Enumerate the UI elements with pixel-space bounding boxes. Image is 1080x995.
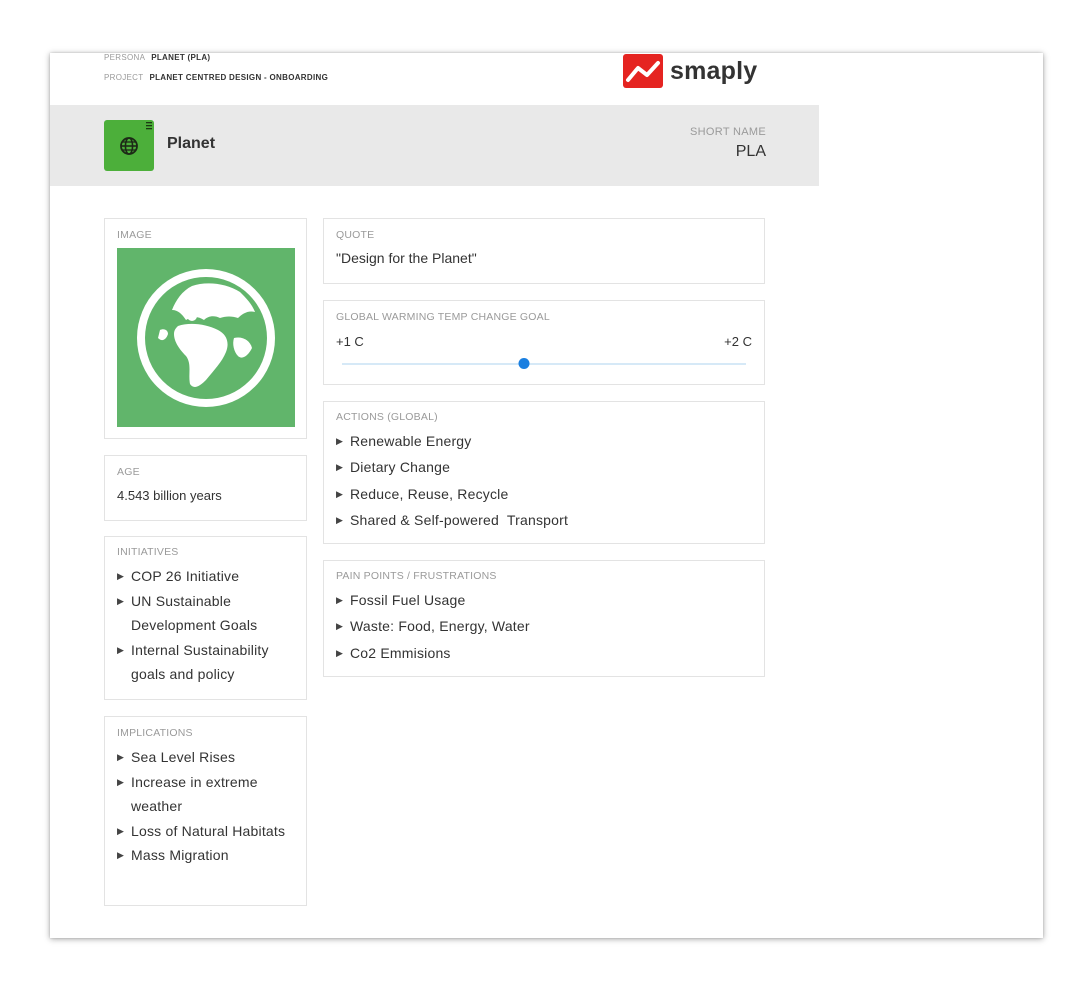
pain-point-item: Fossil Fuel Usage xyxy=(336,587,752,614)
actions-card-label: ACTIONS (GLOBAL) xyxy=(336,411,438,423)
persona-meta-label: PERSONA xyxy=(104,53,146,62)
slider-min-label: +1 C xyxy=(336,334,364,349)
pain-points-card[interactable]: PAIN POINTS / FRUSTRATIONS Fossil Fuel U… xyxy=(323,560,765,677)
project-meta: PROJECT PLANET CENTRED DESIGN - ONBOARDIN… xyxy=(104,73,328,82)
actions-list: Renewable Energy Dietary Change Reduce, … xyxy=(336,428,752,533)
initiatives-card[interactable]: INITIATIVES COP 26 Initiative UN Sustain… xyxy=(104,536,307,700)
persona-image xyxy=(117,248,295,427)
globe-icon xyxy=(120,137,138,155)
age-card-label: AGE xyxy=(117,466,140,478)
warming-goal-label: GLOBAL WARMING TEMP CHANGE GOAL xyxy=(336,311,550,323)
implication-item: Loss of Natural Habitats xyxy=(117,819,294,844)
implications-card-label: IMPLICATIONS xyxy=(117,727,193,739)
slider-max-label: +2 C xyxy=(724,334,752,349)
pain-points-list: Fossil Fuel Usage Waste: Food, Energy, W… xyxy=(336,587,752,666)
menu-lines-icon xyxy=(146,122,152,130)
implications-card[interactable]: IMPLICATIONS Sea Level Rises Increase in… xyxy=(104,716,307,906)
implication-item: Sea Level Rises xyxy=(117,745,294,770)
initiatives-card-label: INITIATIVES xyxy=(117,546,179,558)
image-card[interactable]: IMAGE xyxy=(104,218,307,439)
persona-meta: PERSONA PLANET (PLA) xyxy=(104,53,210,62)
age-value: 4.543 billion years xyxy=(117,488,222,503)
initiatives-list: COP 26 Initiative UN Sustainable Develop… xyxy=(117,564,294,687)
short-name-value: PLA xyxy=(735,143,766,160)
quote-card-label: QUOTE xyxy=(336,229,375,241)
action-item: Shared & Self-powered Transport xyxy=(336,507,752,534)
age-card[interactable]: AGE 4.543 billion years xyxy=(104,455,307,521)
action-item: Reduce, Reuse, Recycle xyxy=(336,481,752,508)
image-card-label: IMAGE xyxy=(117,229,152,241)
warming-slider-thumb[interactable] xyxy=(518,358,530,369)
short-name-label: SHORT NAME xyxy=(690,126,766,138)
persona-avatar[interactable] xyxy=(104,120,154,171)
earth-globe-icon xyxy=(137,269,275,407)
initiative-item: COP 26 Initiative xyxy=(117,564,294,589)
persona-sheet: PERSONA PLANET (PLA) PROJECT PLANET CENTRE… xyxy=(50,53,1043,938)
quote-text: "Design for the Planet" xyxy=(336,250,477,266)
warming-goal-card[interactable]: GLOBAL WARMING TEMP CHANGE GOAL +1 C +2 … xyxy=(323,300,765,385)
warming-slider-track[interactable] xyxy=(342,358,746,369)
initiative-item: Internal Sustainability goals and policy xyxy=(117,638,294,687)
persona-header: Planet SHORT NAME PLA xyxy=(50,105,819,186)
action-item: Dietary Change xyxy=(336,454,752,481)
project-meta-value: PLANET CENTRED DESIGN - ONBOARDING xyxy=(149,73,329,82)
implication-item: Increase in extreme weather xyxy=(117,770,294,819)
project-meta-label: PROJECT xyxy=(104,73,144,82)
persona-meta-value: PLANET (PLA) xyxy=(151,53,211,62)
smaply-logo-icon xyxy=(623,54,663,88)
initiative-item: UN Sustainable Development Goals xyxy=(117,589,294,638)
actions-card[interactable]: ACTIONS (GLOBAL) Renewable Energy Dietar… xyxy=(323,401,765,544)
smaply-logo: smaply xyxy=(623,53,757,89)
slider-scale: +1 C +2 C xyxy=(336,334,752,349)
pain-point-item: Waste: Food, Energy, Water xyxy=(336,613,752,640)
implications-list: Sea Level Rises Increase in extreme weat… xyxy=(117,745,294,868)
smaply-logo-text: smaply xyxy=(670,56,758,85)
persona-title: Planet xyxy=(167,135,216,152)
implication-item: Mass Migration xyxy=(117,843,294,868)
action-item: Renewable Energy xyxy=(336,428,752,455)
quote-card[interactable]: QUOTE "Design for the Planet" xyxy=(323,218,765,284)
pain-points-card-label: PAIN POINTS / FRUSTRATIONS xyxy=(336,570,497,582)
pain-point-item: Co2 Emmisions xyxy=(336,640,752,667)
